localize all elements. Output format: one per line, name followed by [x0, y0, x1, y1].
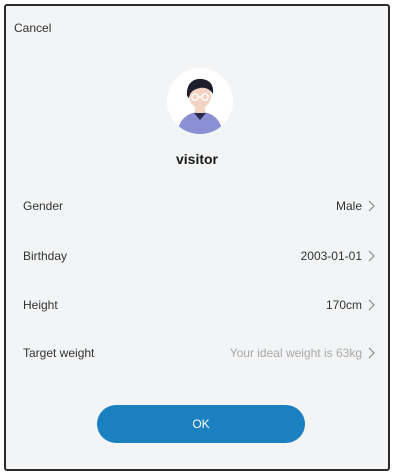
user-avatar-icon[interactable] — [167, 68, 233, 134]
height-label: Height — [23, 298, 58, 312]
gender-row[interactable]: Gender Male — [6, 186, 388, 226]
cancel-button[interactable]: Cancel — [14, 21, 51, 35]
birthday-row[interactable]: Birthday 2003-01-01 — [6, 236, 388, 276]
gender-label: Gender — [23, 199, 64, 213]
ok-button[interactable]: OK — [97, 405, 305, 443]
chevron-right-icon — [368, 299, 375, 311]
height-value: 170cm — [325, 298, 362, 312]
birthday-label: Birthday — [23, 249, 68, 263]
gender-value: Male — [335, 199, 362, 213]
profile-dialog: Cancel visitor Gender Male Birthday 2003… — [4, 4, 390, 471]
height-row[interactable]: Height 170cm — [6, 285, 388, 325]
target-weight-row[interactable]: Target weight Your ideal weight is 63kg — [6, 333, 388, 373]
chevron-right-icon — [368, 347, 375, 359]
target-weight-value: Your ideal weight is 63kg — [229, 346, 362, 360]
birthday-value: 2003-01-01 — [300, 249, 362, 263]
target-weight-label: Target weight — [23, 346, 95, 360]
username: visitor — [175, 151, 218, 167]
chevron-right-icon — [368, 250, 375, 262]
chevron-right-icon — [368, 200, 375, 212]
